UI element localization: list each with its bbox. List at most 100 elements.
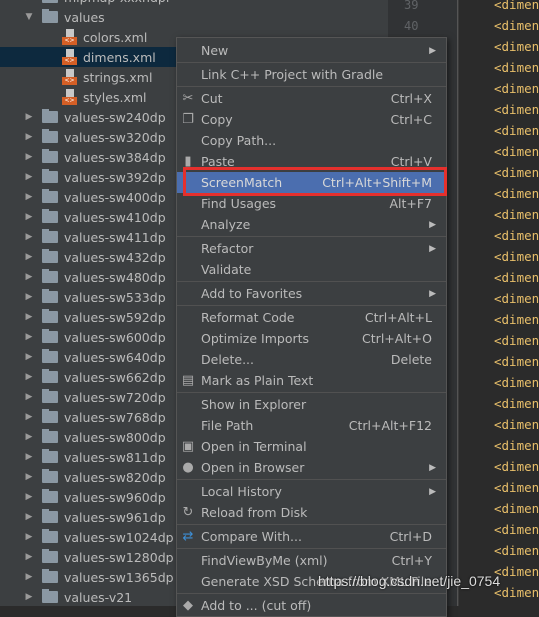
menu-item-analyze[interactable]: Analyze ▶ xyxy=(177,214,446,235)
chevron-right-icon[interactable]: ▶ xyxy=(24,312,34,322)
code-line[interactable]: <dimen xyxy=(494,312,539,327)
code-line[interactable]: <dimen xyxy=(494,522,539,537)
menu-item-local-history[interactable]: Local History ▶ xyxy=(177,481,446,502)
xml-file-icon: <> xyxy=(62,29,77,45)
chevron-right-icon[interactable]: ▶ xyxy=(24,192,34,202)
chevron-down-icon[interactable]: ▼ xyxy=(24,12,34,22)
menu-item-refactor[interactable]: Refactor ▶ xyxy=(177,238,446,259)
code-line[interactable]: <dimen xyxy=(494,459,539,474)
menu-item-delete[interactable]: Delete... Delete xyxy=(177,349,446,370)
code-line[interactable]: <dimen xyxy=(494,102,539,117)
menu-item-shortcut: Delete xyxy=(390,352,432,367)
menu-item-reformat-code[interactable]: Reformat Code Ctrl+Alt+L xyxy=(177,307,446,328)
chevron-right-icon[interactable]: ▶ xyxy=(24,232,34,242)
tree-item-label: values-sw480dp xyxy=(64,269,166,285)
menu-item-link-c-project-with-gradle[interactable]: Link C++ Project with Gradle xyxy=(177,64,446,85)
chevron-right-icon[interactable]: ▶ xyxy=(24,572,34,582)
menu-item-new[interactable]: New ▶ xyxy=(177,40,446,61)
chevron-right-icon[interactable]: ▶ xyxy=(24,332,34,342)
xml-file-icon: <> xyxy=(62,49,77,65)
code-line[interactable]: <dimen xyxy=(494,438,539,453)
code-editor[interactable]: <dimen <dimen <dimen <dimen <dimen <dimen <dim… xyxy=(458,0,539,606)
chevron-right-icon[interactable]: ▶ xyxy=(24,372,34,382)
chevron-right-icon[interactable]: ▶ xyxy=(24,432,34,442)
code-line[interactable]: <dimen xyxy=(494,165,539,180)
chevron-right-icon[interactable]: ▶ xyxy=(24,112,34,122)
code-line[interactable]: <dimen xyxy=(494,144,539,159)
menu-separator xyxy=(177,86,446,87)
menu-item-cut[interactable]: ✂ Cut Ctrl+X xyxy=(177,88,446,109)
code-line[interactable]: <dimen xyxy=(494,501,539,516)
chevron-right-icon[interactable]: ▶ xyxy=(24,412,34,422)
code-line[interactable]: <dimen xyxy=(494,207,539,222)
code-line[interactable]: <dimen xyxy=(494,375,539,390)
code-line[interactable]: <dimen xyxy=(494,396,539,411)
menu-item-optimize-imports[interactable]: Optimize Imports Ctrl+Alt+O xyxy=(177,328,446,349)
menu-item-add-to-favorites[interactable]: Add to Favorites ▶ xyxy=(177,283,446,304)
code-line[interactable]: <dimen xyxy=(494,186,539,201)
tree-item-label: values-sw320dp xyxy=(64,129,166,145)
chevron-right-icon[interactable]: ▶ xyxy=(24,552,34,562)
menu-separator xyxy=(177,281,446,282)
chevron-right-icon[interactable]: ▶ xyxy=(24,492,34,502)
chevron-right-icon[interactable]: ▶ xyxy=(24,152,34,162)
menu-item-mark-as-plain-text[interactable]: ▤ Mark as Plain Text xyxy=(177,370,446,391)
chevron-right-icon[interactable]: ▶ xyxy=(24,0,34,2)
code-line[interactable]: <dimen xyxy=(494,39,539,54)
code-line[interactable]: <dimen xyxy=(494,18,539,33)
folder-icon xyxy=(42,489,58,503)
menu-separator xyxy=(177,62,446,63)
chevron-right-icon[interactable]: ▶ xyxy=(24,132,34,142)
menu-item-shortcut: Alt+F7 xyxy=(389,196,432,211)
code-line[interactable]: <dimen xyxy=(494,354,539,369)
chevron-right-icon[interactable]: ▶ xyxy=(24,592,34,602)
code-line[interactable]: <dimen xyxy=(494,60,539,75)
menu-item-open-in-terminal[interactable]: ▣ Open in Terminal xyxy=(177,436,446,457)
code-line[interactable]: <dimen xyxy=(494,480,539,495)
chevron-right-icon[interactable]: ▶ xyxy=(24,452,34,462)
menu-item-reload-from-disk[interactable]: ↻ Reload from Disk xyxy=(177,502,446,523)
tree-item-label: values-sw240dp xyxy=(64,109,166,125)
code-line[interactable]: <dimen xyxy=(494,123,539,138)
code-line[interactable]: <dimen xyxy=(494,291,539,306)
chevron-right-icon[interactable]: ▶ xyxy=(24,512,34,522)
chevron-right-icon[interactable]: ▶ xyxy=(24,212,34,222)
menu-item-show-in-explorer[interactable]: Show in Explorer xyxy=(177,394,446,415)
code-line[interactable]: <dimen xyxy=(494,543,539,558)
page-icon xyxy=(66,49,74,57)
tree-item-label: values-sw1365dp xyxy=(64,569,174,585)
code-line[interactable]: <dimen xyxy=(494,81,539,96)
menu-item-file-path[interactable]: File Path Ctrl+Alt+F12 xyxy=(177,415,446,436)
chevron-right-icon[interactable]: ▶ xyxy=(24,472,34,482)
menu-item-validate[interactable]: Validate xyxy=(177,259,446,280)
tree-item-label: values-sw600dp xyxy=(64,329,166,345)
chevron-right-icon[interactable]: ▶ xyxy=(24,392,34,402)
menu-item-shortcut: Ctrl+Alt+O xyxy=(362,331,432,346)
code-line[interactable]: <dimen xyxy=(494,585,539,600)
chevron-right-icon[interactable]: ▶ xyxy=(24,292,34,302)
menu-item-label: Mark as Plain Text xyxy=(201,373,314,388)
code-line[interactable]: <dimen xyxy=(494,417,539,432)
tree-folder-values[interactable]: ▼ values xyxy=(0,7,380,27)
menu-item-copy-path[interactable]: Copy Path... xyxy=(177,130,446,151)
menu-item-copy[interactable]: ❐ Copy Ctrl+C xyxy=(177,109,446,130)
menu-item-find-usages[interactable]: Find Usages Alt+F7 xyxy=(177,193,446,214)
code-line[interactable]: <dimen xyxy=(494,564,539,579)
chevron-right-icon[interactable]: ▶ xyxy=(24,172,34,182)
chevron-right-icon[interactable]: ▶ xyxy=(24,352,34,362)
menu-item-findviewbyme-xml[interactable]: FindViewByMe (xml) Ctrl+Y xyxy=(177,550,446,571)
menu-item-label: Reformat Code xyxy=(201,310,295,325)
menu-item-compare-with[interactable]: ⇄ Compare With... Ctrl+D xyxy=(177,526,446,547)
chevron-right-icon[interactable]: ▶ xyxy=(24,252,34,262)
code-line[interactable]: <dimen xyxy=(494,228,539,243)
folder-icon xyxy=(42,329,58,343)
code-line[interactable]: <dimen xyxy=(494,270,539,285)
code-line[interactable]: <dimen xyxy=(494,249,539,264)
menu-item-open-in-browser[interactable]: ● Open in Browser ▶ xyxy=(177,457,446,478)
code-line[interactable]: <dimen xyxy=(494,0,539,12)
tree-item-label: values-sw800dp xyxy=(64,429,166,445)
chevron-right-icon[interactable]: ▶ xyxy=(24,532,34,542)
tree-folder[interactable]: ▶ mipmap-xxxhdpi xyxy=(0,0,380,7)
chevron-right-icon[interactable]: ▶ xyxy=(24,272,34,282)
code-line[interactable]: <dimen xyxy=(494,333,539,348)
